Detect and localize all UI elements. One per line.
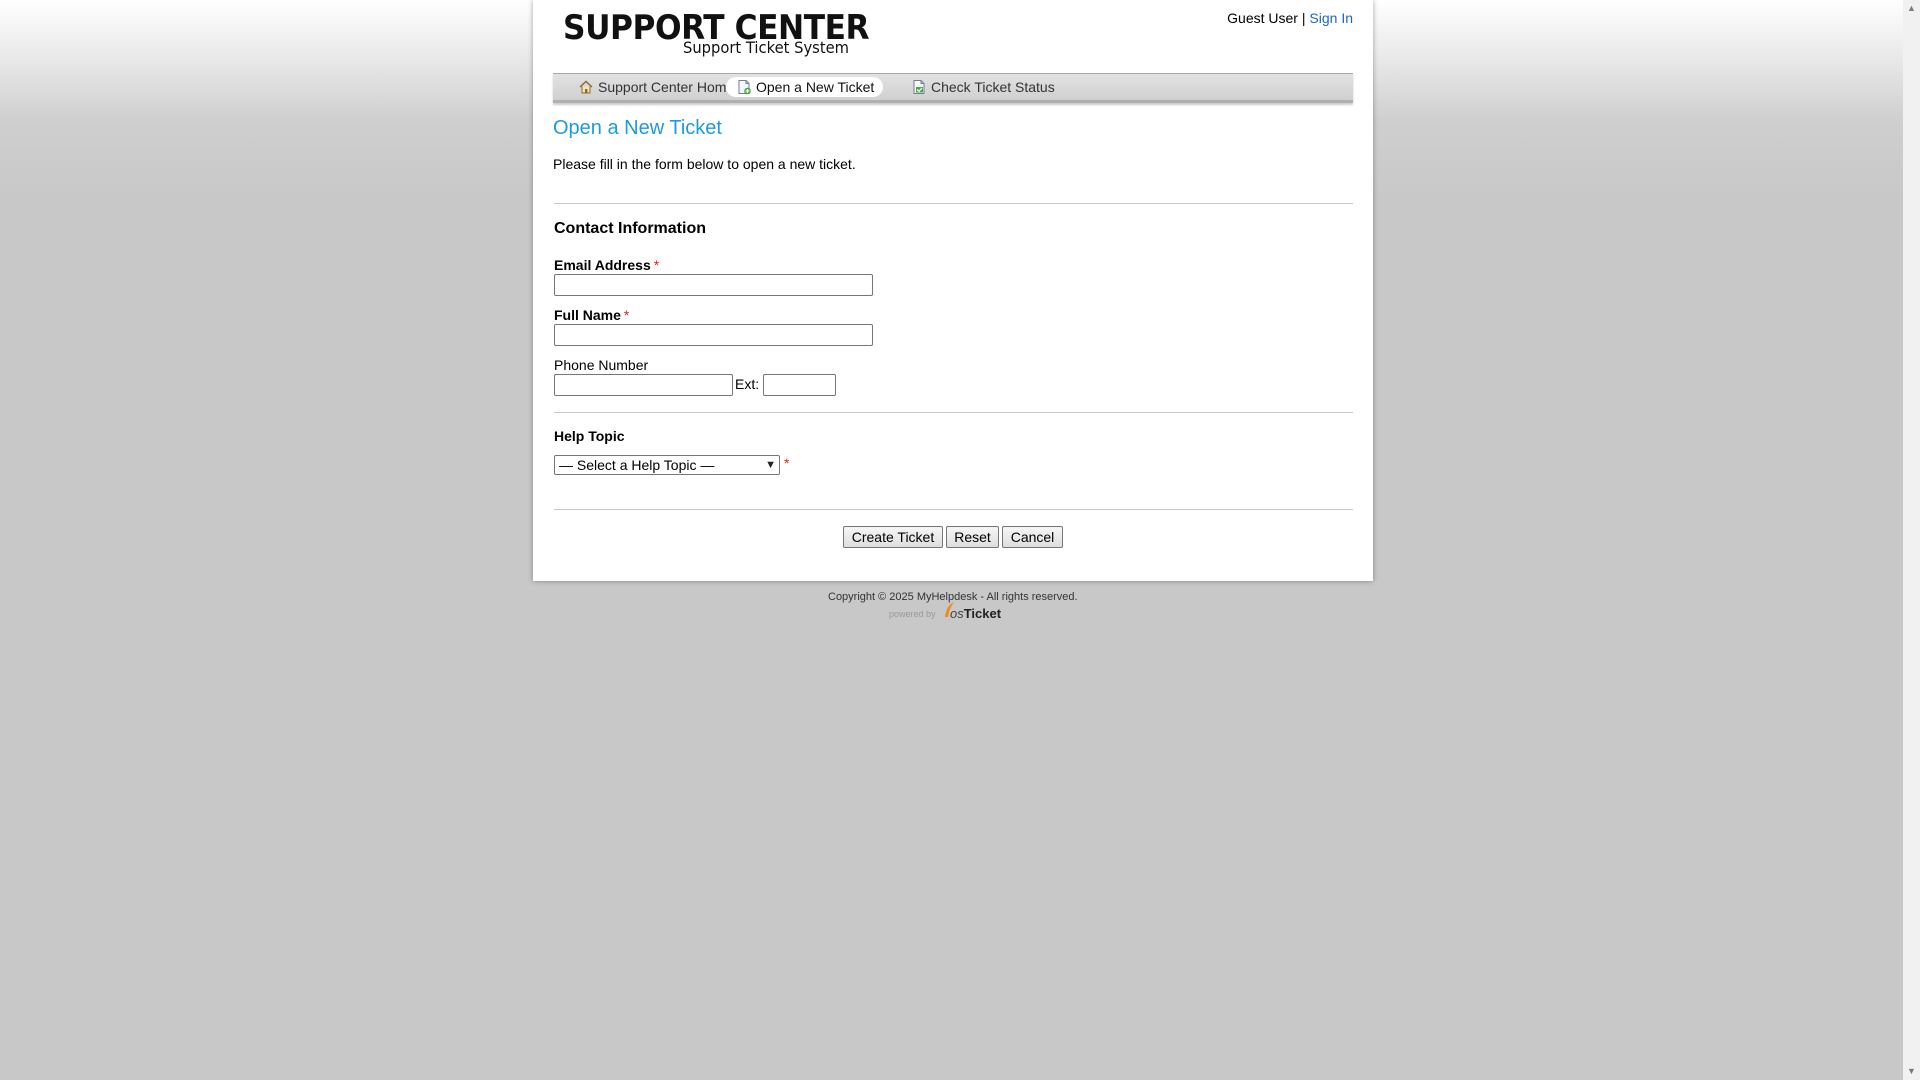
cancel-button[interactable]: Cancel bbox=[1002, 526, 1063, 548]
nav-item-label: Support Center Home bbox=[598, 79, 735, 95]
logo-subtitle: Support Ticket System bbox=[683, 38, 849, 57]
phone-ext-field[interactable] bbox=[763, 374, 836, 396]
scroll-down-icon[interactable]: ▼ bbox=[1903, 1063, 1920, 1080]
contact-information-heading: Contact Information bbox=[554, 220, 706, 237]
nav-item-label: Open a New Ticket bbox=[756, 79, 875, 95]
nav-item-open-new-ticket[interactable]: Open a New Ticket bbox=[726, 77, 884, 97]
full-name-field[interactable] bbox=[554, 324, 873, 346]
main-container: SUPPORT CENTER Support Ticket System Gue… bbox=[533, 0, 1373, 581]
full-name-label-text: Full Name bbox=[554, 307, 621, 323]
help-topic-select[interactable]: — Select a Help Topic — ▼ bbox=[554, 455, 780, 475]
required-mark: * bbox=[623, 307, 630, 323]
powered-by-label: powered by bbox=[889, 608, 936, 619]
required-mark: * bbox=[653, 257, 660, 273]
osticket-logo: osTicket bbox=[944, 602, 1002, 622]
divider bbox=[554, 203, 1353, 204]
help-topic-selected-value: — Select a Help Topic — bbox=[559, 457, 715, 473]
intro-text: Please fill in the form below to open a … bbox=[553, 156, 856, 172]
main-nav: Support Center Home Open a New Ticket Ch… bbox=[553, 73, 1353, 103]
full-name-label: Full Name * bbox=[554, 307, 629, 323]
help-topic-heading: Help Topic bbox=[554, 428, 625, 444]
create-ticket-button[interactable]: Create Ticket bbox=[843, 526, 943, 548]
divider bbox=[554, 509, 1353, 510]
phone-number-field[interactable] bbox=[554, 374, 733, 396]
sign-in-link[interactable]: Sign In bbox=[1309, 10, 1353, 26]
vertical-scrollbar[interactable]: ▲ ▼ bbox=[1903, 0, 1920, 1080]
ext-label: Ext: bbox=[735, 376, 760, 392]
required-mark: * bbox=[784, 455, 790, 471]
osticket-ticket-text: Ticket bbox=[963, 606, 1002, 622]
home-icon bbox=[579, 80, 593, 94]
email-label-text: Email Address bbox=[554, 257, 651, 273]
reset-button[interactable]: Reset bbox=[946, 526, 999, 548]
user-bar-separator: | bbox=[1301, 10, 1306, 26]
email-label: Email Address * bbox=[554, 257, 659, 273]
nav-item-label: Check Ticket Status bbox=[931, 79, 1055, 95]
page-title: Open a New Ticket bbox=[553, 117, 722, 139]
nav-item-check-ticket-status[interactable]: Check Ticket Status bbox=[901, 77, 1064, 97]
new-ticket-icon bbox=[738, 80, 751, 95]
nav-item-support-center-home[interactable]: Support Center Home bbox=[568, 77, 743, 97]
guest-user-label: Guest User bbox=[1227, 10, 1298, 26]
chevron-down-icon: ▼ bbox=[765, 459, 776, 471]
user-bar: Guest User | Sign In bbox=[1227, 10, 1353, 26]
email-field[interactable] bbox=[554, 274, 873, 296]
support-center-logo[interactable]: SUPPORT CENTER Support Ticket System bbox=[563, 8, 873, 60]
divider bbox=[554, 412, 1353, 413]
osticket-swoosh-icon bbox=[944, 602, 954, 618]
phone-number-label: Phone Number bbox=[554, 357, 649, 373]
powered-by-osticket[interactable]: powered by osTicket bbox=[889, 602, 1002, 625]
scroll-up-icon[interactable]: ▲ bbox=[1903, 0, 1920, 17]
ticket-status-icon bbox=[913, 80, 925, 94]
